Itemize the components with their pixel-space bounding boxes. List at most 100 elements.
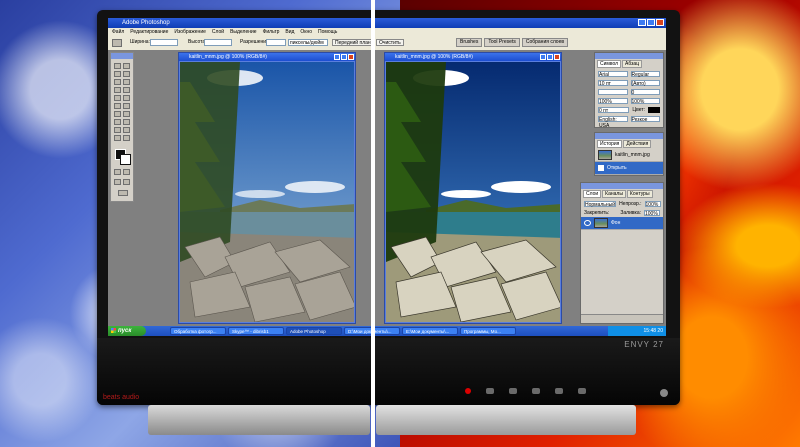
taskbar-item-programs[interactable]: Программы, Мо...	[460, 327, 516, 335]
doc-close-button[interactable]	[554, 54, 560, 60]
eye-icon[interactable]	[584, 220, 591, 226]
taskbar-item-documents-e[interactable]: E:\Мои документы\...	[402, 327, 458, 335]
palette-well-layer-comps[interactable]: Собрания слоев	[521, 38, 569, 47]
baseline-shift-input[interactable]: 0 пт	[598, 106, 630, 114]
quick-mask-mode-icon[interactable]	[123, 169, 130, 175]
menu-button[interactable]	[578, 388, 586, 394]
record-button[interactable]	[465, 388, 471, 394]
doc-minimize-button[interactable]	[540, 54, 546, 60]
magic-wand-tool-icon[interactable]	[123, 71, 130, 77]
clone-stamp-tool-icon[interactable]	[114, 95, 121, 101]
clear-button[interactable]: Очистить	[376, 39, 404, 46]
move-tool-icon[interactable]	[123, 63, 130, 69]
taskbar-item-skype[interactable]: Skype™ - dibrisb1	[228, 327, 284, 335]
path-selection-tool-icon[interactable]	[114, 119, 121, 125]
menu-select[interactable]: Выделение	[230, 28, 257, 36]
tab-history[interactable]: История	[597, 140, 623, 148]
healing-brush-tool-icon[interactable]	[114, 87, 121, 93]
palette-well-brushes[interactable]: Brushes	[456, 38, 483, 47]
menu-filter[interactable]: Фильтр	[263, 28, 280, 36]
units-select[interactable]: пикселы/дюйм	[288, 39, 328, 46]
tab-layers[interactable]: Слои	[583, 190, 602, 198]
horizontal-scale-input[interactable]: 100%	[630, 97, 660, 105]
menu-layer[interactable]: Слой	[212, 28, 224, 36]
shape-tool-icon[interactable]	[123, 127, 130, 133]
history-step-name: Открыть	[607, 165, 627, 171]
close-button[interactable]	[656, 19, 664, 26]
palette-well-tool-presets[interactable]: Tool Presets	[484, 38, 520, 47]
doc-maximize-button[interactable]	[547, 54, 553, 60]
tracking-input[interactable]: 0	[630, 88, 660, 96]
resolution-input[interactable]	[266, 39, 286, 46]
gradient-tool-icon[interactable]	[123, 103, 130, 109]
tab-paragraph[interactable]: Абзац	[622, 60, 643, 68]
menu-edit[interactable]: Редактирование	[130, 28, 168, 36]
volume-up-button[interactable]	[532, 388, 540, 394]
hand-tool-icon[interactable]	[123, 135, 130, 141]
doc-minimize-button[interactable]	[334, 54, 340, 60]
layer-background[interactable]: Фон	[581, 217, 663, 230]
tab-actions[interactable]: Действия	[623, 140, 652, 148]
kerning-input[interactable]	[598, 88, 628, 95]
full-screen-mode-icon[interactable]	[123, 179, 130, 185]
history-step[interactable]: Открыть	[595, 162, 663, 175]
marquee-tool-icon[interactable]	[114, 63, 121, 69]
crop-tool-icon[interactable]	[112, 39, 122, 47]
fill-label: Заливка:	[620, 209, 641, 216]
minimize-button[interactable]	[638, 19, 646, 26]
vertical-scale-input[interactable]: 100%	[598, 97, 628, 105]
background-color-swatch[interactable]	[120, 154, 131, 165]
height-input[interactable]	[204, 39, 232, 46]
taskbar-item-photoshop[interactable]: Adobe Photoshop	[286, 327, 342, 335]
pen-tool-icon[interactable]	[114, 127, 121, 133]
type-tool-icon[interactable]	[123, 119, 130, 125]
front-image-button[interactable]: Передний план	[332, 39, 374, 46]
tab-paths[interactable]: Контуры	[626, 190, 653, 198]
antialias-select[interactable]: Резкое	[630, 115, 660, 123]
landscape-photo-original	[180, 62, 354, 322]
lasso-tool-icon[interactable]	[114, 71, 121, 77]
menu-view[interactable]: Вид	[285, 28, 294, 36]
standard-mode-icon[interactable]	[114, 169, 121, 175]
taskbar-item-photo-processing[interactable]: Обработка фотогр...	[170, 327, 226, 335]
leading-input[interactable]: (Авто)	[630, 79, 660, 87]
tab-character[interactable]: Символ	[597, 60, 622, 68]
font-size-input[interactable]: 10 пт	[598, 79, 628, 87]
menu-file[interactable]: Файл	[112, 28, 124, 36]
scale-row: 100% 100%	[595, 96, 663, 105]
slice-tool-icon[interactable]	[123, 79, 130, 85]
menu-window[interactable]: Окно	[300, 28, 312, 36]
history-brush-tool-icon[interactable]	[123, 95, 130, 101]
font-family-select[interactable]: Arial	[598, 70, 628, 78]
blend-mode-select[interactable]: Нормальный	[584, 200, 617, 208]
crop-tool-icon[interactable]	[114, 79, 121, 85]
system-tray-clock[interactable]: 15:48 20	[608, 326, 666, 336]
maximize-button[interactable]	[647, 19, 655, 26]
history-snapshot[interactable]: kaitlin_mnm.jpg	[595, 149, 663, 162]
snapshot-thumbnail	[598, 150, 612, 160]
eraser-tool-icon[interactable]	[114, 103, 121, 109]
tab-channels[interactable]: Каналы	[602, 190, 626, 198]
dodge-tool-icon[interactable]	[123, 111, 130, 117]
eyedropper-tool-icon[interactable]	[114, 135, 121, 141]
text-color-swatch[interactable]	[648, 106, 660, 113]
font-style-select[interactable]: Regular	[630, 70, 660, 78]
input-button[interactable]	[486, 388, 494, 394]
blur-tool-icon[interactable]	[114, 111, 121, 117]
doc-close-button[interactable]	[348, 54, 354, 60]
screen-mode-icon[interactable]	[114, 179, 121, 185]
brightness-button[interactable]	[555, 388, 563, 394]
menu-image[interactable]: Изображение	[174, 28, 206, 36]
start-button[interactable]: пуск	[108, 326, 146, 336]
power-button[interactable]	[660, 389, 668, 397]
comparison-divider	[371, 0, 375, 447]
language-select[interactable]: English: USA	[598, 115, 628, 129]
brush-tool-icon[interactable]	[123, 87, 130, 93]
menu-help[interactable]: Помощь	[318, 28, 337, 36]
jump-to-imageready-icon[interactable]	[118, 190, 128, 196]
fill-input[interactable]: 100%	[644, 209, 660, 217]
doc-maximize-button[interactable]	[341, 54, 347, 60]
volume-down-button[interactable]	[509, 388, 517, 394]
opacity-input[interactable]: 100%	[644, 200, 661, 208]
width-input[interactable]	[150, 39, 178, 46]
